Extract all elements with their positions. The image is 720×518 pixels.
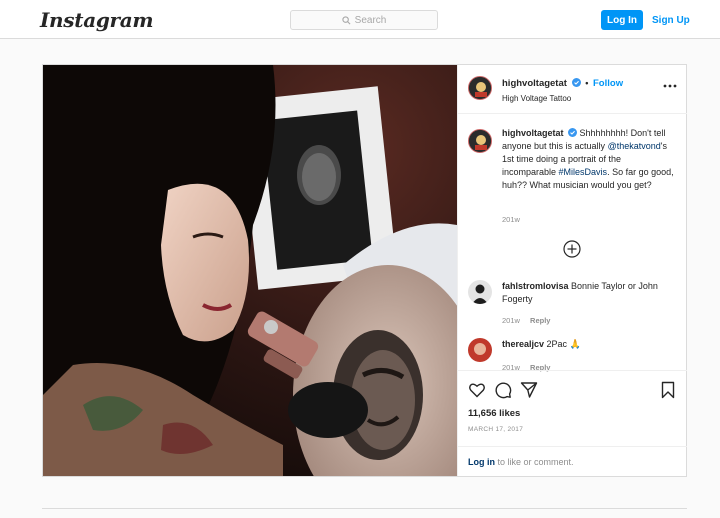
instagram-logo[interactable]: Instagram [40,8,154,32]
search-icon [342,15,351,24]
separator-dot: • [585,78,589,88]
search-input[interactable]: Search [290,10,438,30]
post-details-panel: highvoltagetat • Follow High Voltage Tat… [457,65,687,476]
more-options-icon[interactable] [663,83,677,89]
author-avatar[interactable] [468,76,492,100]
avatar-image [469,130,491,152]
signup-button[interactable]: Sign Up [652,10,690,30]
comment-body: 2Pac 🙏 [546,339,581,349]
comment-username[interactable]: fahlstromlovisa [502,281,569,291]
heart-icon[interactable] [468,381,486,399]
footer-divider [42,508,687,509]
author-username[interactable]: highvoltagetat [502,78,567,89]
verified-badge-icon [571,78,581,87]
post-actions: 11,656 likes MARCH 17, 2017 Log in to li… [458,370,687,476]
login-link[interactable]: Log in [468,457,495,467]
follow-button[interactable]: Follow [593,78,623,89]
caption-mention-link[interactable]: @thekatvond [608,141,661,151]
likes-count[interactable]: 11,656 likes [468,408,520,419]
caption-text: highvoltagetat Shhhhhhhh! Don't tell any… [502,127,674,192]
avatar-image [468,280,492,304]
post-date[interactable]: MARCH 17, 2017 [468,426,523,433]
login-prompt-text: to like or comment. [495,457,574,467]
commenter-avatar[interactable] [468,280,492,304]
author-line: highvoltagetat • Follow [502,78,623,89]
post-header: highvoltagetat • Follow High Voltage Tat… [458,65,687,114]
login-button[interactable]: Log In [601,10,643,30]
comment-timestamp: 201w [502,316,520,325]
comment-text: therealjcv 2Pac 🙏 [502,338,674,351]
comment-username[interactable]: therealjcv [502,339,544,349]
plus-circle-icon[interactable] [563,240,581,258]
caption-timestamp: 201w [502,215,520,224]
share-icon[interactable] [520,381,538,399]
login-prompt: Log in to like or comment. [458,446,687,477]
caption-hashtag-link[interactable]: #MilesDavis [559,167,608,177]
verified-badge-icon [568,128,578,137]
comment-meta: 201w Reply [502,316,558,325]
post-image[interactable] [43,65,457,476]
commenter-avatar[interactable] [468,338,492,362]
top-navigation: Instagram Search Log In Sign Up [0,0,720,39]
avatar-image [468,338,492,362]
tattoo-photo-illustration [43,65,457,476]
comment-text: fahlstromlovisa Bonnie Taylor or John Fo… [502,280,674,306]
avatar-image [469,77,491,99]
comment-icon[interactable] [494,381,512,399]
reply-button[interactable]: Reply [530,316,550,325]
author-subtitle[interactable]: High Voltage Tattoo [502,94,571,103]
caption-username[interactable]: highvoltagetat [502,128,564,138]
search-placeholder: Search [354,14,387,26]
bookmark-icon[interactable] [659,381,677,399]
post-card: highvoltagetat • Follow High Voltage Tat… [42,64,687,477]
caption-author-avatar[interactable] [468,129,492,153]
